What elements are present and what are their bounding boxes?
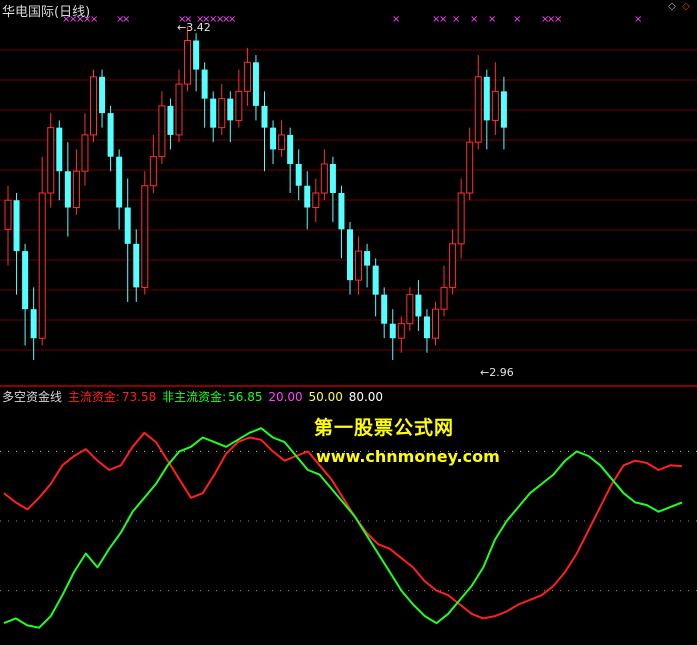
high-price-value: 3.42 — [186, 21, 211, 34]
candle-body-up — [158, 105, 166, 158]
signal-marker: × — [470, 14, 478, 25]
candle-body-down — [124, 207, 131, 244]
candle-body-up — [235, 90, 243, 121]
price-chart-panel[interactable]: × × × × × × × × × × × × × × × × × × × × × × × × × × 华电国际(日线) ◇ ◇ … — [0, 0, 697, 386]
candle-body-up — [4, 199, 12, 230]
candle-body-up — [440, 286, 448, 310]
candle-body-down — [99, 76, 106, 114]
watermark-title: 第一股票公式网 — [314, 417, 455, 439]
non-main-fund-value: 56.85 — [228, 390, 263, 404]
candle-body-down — [227, 98, 234, 121]
candle-body-down — [167, 105, 174, 135]
candlestick-chart[interactable]: ××××× ×× ×× ×××××× × ×× × × × × ××× × — [0, 0, 697, 386]
window-close-icon[interactable]: ◇ — [681, 2, 691, 12]
candle-body-down — [133, 243, 140, 288]
candle-body-up — [218, 98, 226, 129]
main-fund-value: 73.58 — [121, 390, 157, 404]
main-fund-label: 主流资金: — [67, 390, 120, 404]
level-50-label: 50.00 — [308, 390, 343, 404]
watermark-url: www.chnmoney.com — [316, 447, 500, 466]
candle-body-down — [483, 76, 490, 121]
chart-title: 华电国际(日线) — [2, 5, 91, 20]
candle-body-down — [329, 163, 336, 193]
candle-body-down — [64, 171, 71, 208]
candle-body-down — [423, 316, 430, 339]
candle-body-down — [210, 98, 217, 128]
signal-marker: × — [228, 14, 236, 25]
candle-body-up — [355, 250, 363, 281]
candle-body-down — [338, 193, 345, 230]
candle-body-down — [372, 265, 379, 295]
candle-body-up — [449, 243, 457, 288]
candle-body-up — [38, 192, 46, 339]
candle-body-down — [364, 251, 371, 266]
window-toggle-icon[interactable]: ◇ — [667, 2, 677, 12]
low-price-label: ←2.96 — [480, 366, 514, 379]
candle-body-up — [141, 185, 149, 288]
candle-body-down — [193, 40, 200, 70]
low-price-value: 2.96 — [489, 366, 514, 379]
level-80-label: 80.00 — [348, 390, 384, 404]
high-price-label: ←3.42 — [177, 21, 211, 34]
candle-body-up — [184, 40, 192, 85]
candle-body-up — [90, 76, 97, 136]
candle-body-up — [243, 61, 251, 92]
candle-body-up — [397, 323, 405, 339]
candle-body-down — [116, 156, 123, 208]
indicator-panel[interactable]: 多空资金线 主流资金: 73.58 非主流资金: 56.85 20.00 50.00… — [0, 387, 697, 645]
candle-body-up — [491, 90, 499, 121]
candle-body-down — [304, 185, 311, 208]
candle-body-down — [381, 294, 388, 324]
low-arrow-icon: ← — [480, 366, 490, 379]
candle-body-up — [406, 294, 414, 325]
candle-body-up — [175, 83, 183, 136]
level-20-label: 20.00 — [268, 390, 303, 404]
indicator-legend: 多空资金线 主流资金: 73.58 非主流资金: 56.85 20.00 50.00… — [2, 388, 385, 405]
signal-marker: × — [554, 14, 562, 25]
candle-body-up — [72, 170, 80, 209]
candle-body-up — [81, 134, 89, 172]
indicator-name: 多空资金线 — [2, 390, 63, 404]
candle-body-up — [432, 308, 439, 339]
candle-body-down — [201, 69, 208, 99]
candle-body-down — [270, 127, 277, 150]
candle-body-down — [252, 62, 259, 106]
candle-body-up — [47, 127, 55, 194]
candle-body-down — [347, 229, 353, 281]
signal-marker: × — [488, 14, 496, 25]
candle-body-up — [320, 163, 328, 194]
candle-body-down — [30, 309, 37, 339]
candle-body-down — [22, 251, 29, 310]
high-arrow-icon: ← — [177, 21, 187, 34]
candle-body-up — [474, 76, 482, 143]
signal-marker: × — [513, 14, 521, 25]
candle-body-down — [389, 323, 396, 339]
candle-body-up — [312, 192, 320, 209]
candle-body-down — [500, 91, 507, 128]
signal-marker: × — [392, 14, 400, 25]
candle-body-up — [149, 156, 157, 187]
signal-marker: × — [452, 14, 460, 25]
signal-marker: × — [90, 14, 98, 25]
signal-marker: × — [634, 14, 642, 25]
non-main-fund-label: 非主流资金: — [162, 390, 227, 404]
candle-body-down — [13, 200, 20, 252]
candle-body-down — [56, 127, 63, 172]
candle-body-up — [457, 192, 465, 245]
signal-marker: × — [439, 14, 447, 25]
candle-body-down — [287, 134, 294, 164]
candle-body-down — [261, 105, 268, 128]
candle-body-down — [295, 163, 302, 186]
candle-body-up — [466, 141, 474, 194]
candle-body-up — [278, 134, 286, 150]
signal-marker: × — [122, 14, 130, 25]
candle-body-down — [107, 113, 114, 157]
candle-body-down — [415, 294, 422, 317]
